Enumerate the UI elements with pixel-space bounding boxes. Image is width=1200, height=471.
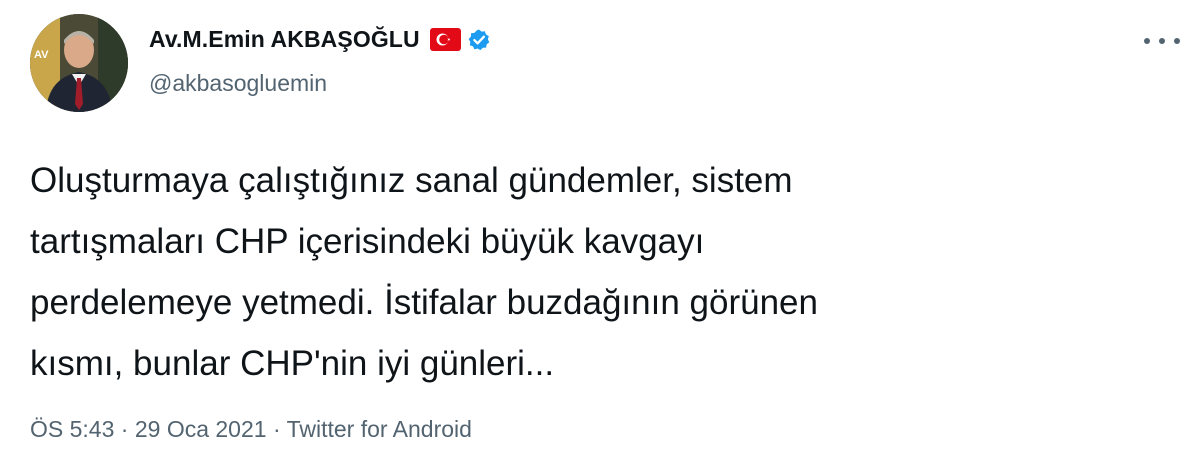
verified-badge-icon bbox=[467, 28, 491, 52]
name-row: Av.M.Emin AKBAŞOĞLU bbox=[149, 26, 491, 53]
display-name[interactable]: Av.M.Emin AKBAŞOĞLU bbox=[149, 26, 420, 53]
user-handle[interactable]: @akbasogluemin bbox=[149, 70, 327, 97]
tweet-text: Oluşturmaya çalıştığınız sanal gündemler… bbox=[30, 161, 818, 383]
turkey-flag-icon bbox=[429, 28, 461, 51]
meta-separator: · bbox=[114, 416, 135, 442]
tweet-meta: ÖS 5:43 · 29 Oca 2021 · Twitter for Andr… bbox=[30, 416, 472, 443]
svg-text:AV: AV bbox=[34, 49, 49, 61]
tweet-date[interactable]: 29 Oca 2021 bbox=[135, 416, 267, 442]
more-dot bbox=[1174, 38, 1180, 44]
more-dot bbox=[1144, 38, 1150, 44]
meta-separator: · bbox=[266, 416, 287, 442]
more-options-icon[interactable] bbox=[1144, 34, 1180, 48]
avatar[interactable]: AV bbox=[30, 14, 128, 112]
tweet-time[interactable]: ÖS 5:43 bbox=[30, 416, 114, 442]
more-dot bbox=[1159, 38, 1165, 44]
tweet-card: AV Av.M.Emin AKBAŞOĞLU @akbasogluemin Ol… bbox=[0, 0, 1200, 471]
tweet-source[interactable]: Twitter for Android bbox=[287, 416, 472, 442]
